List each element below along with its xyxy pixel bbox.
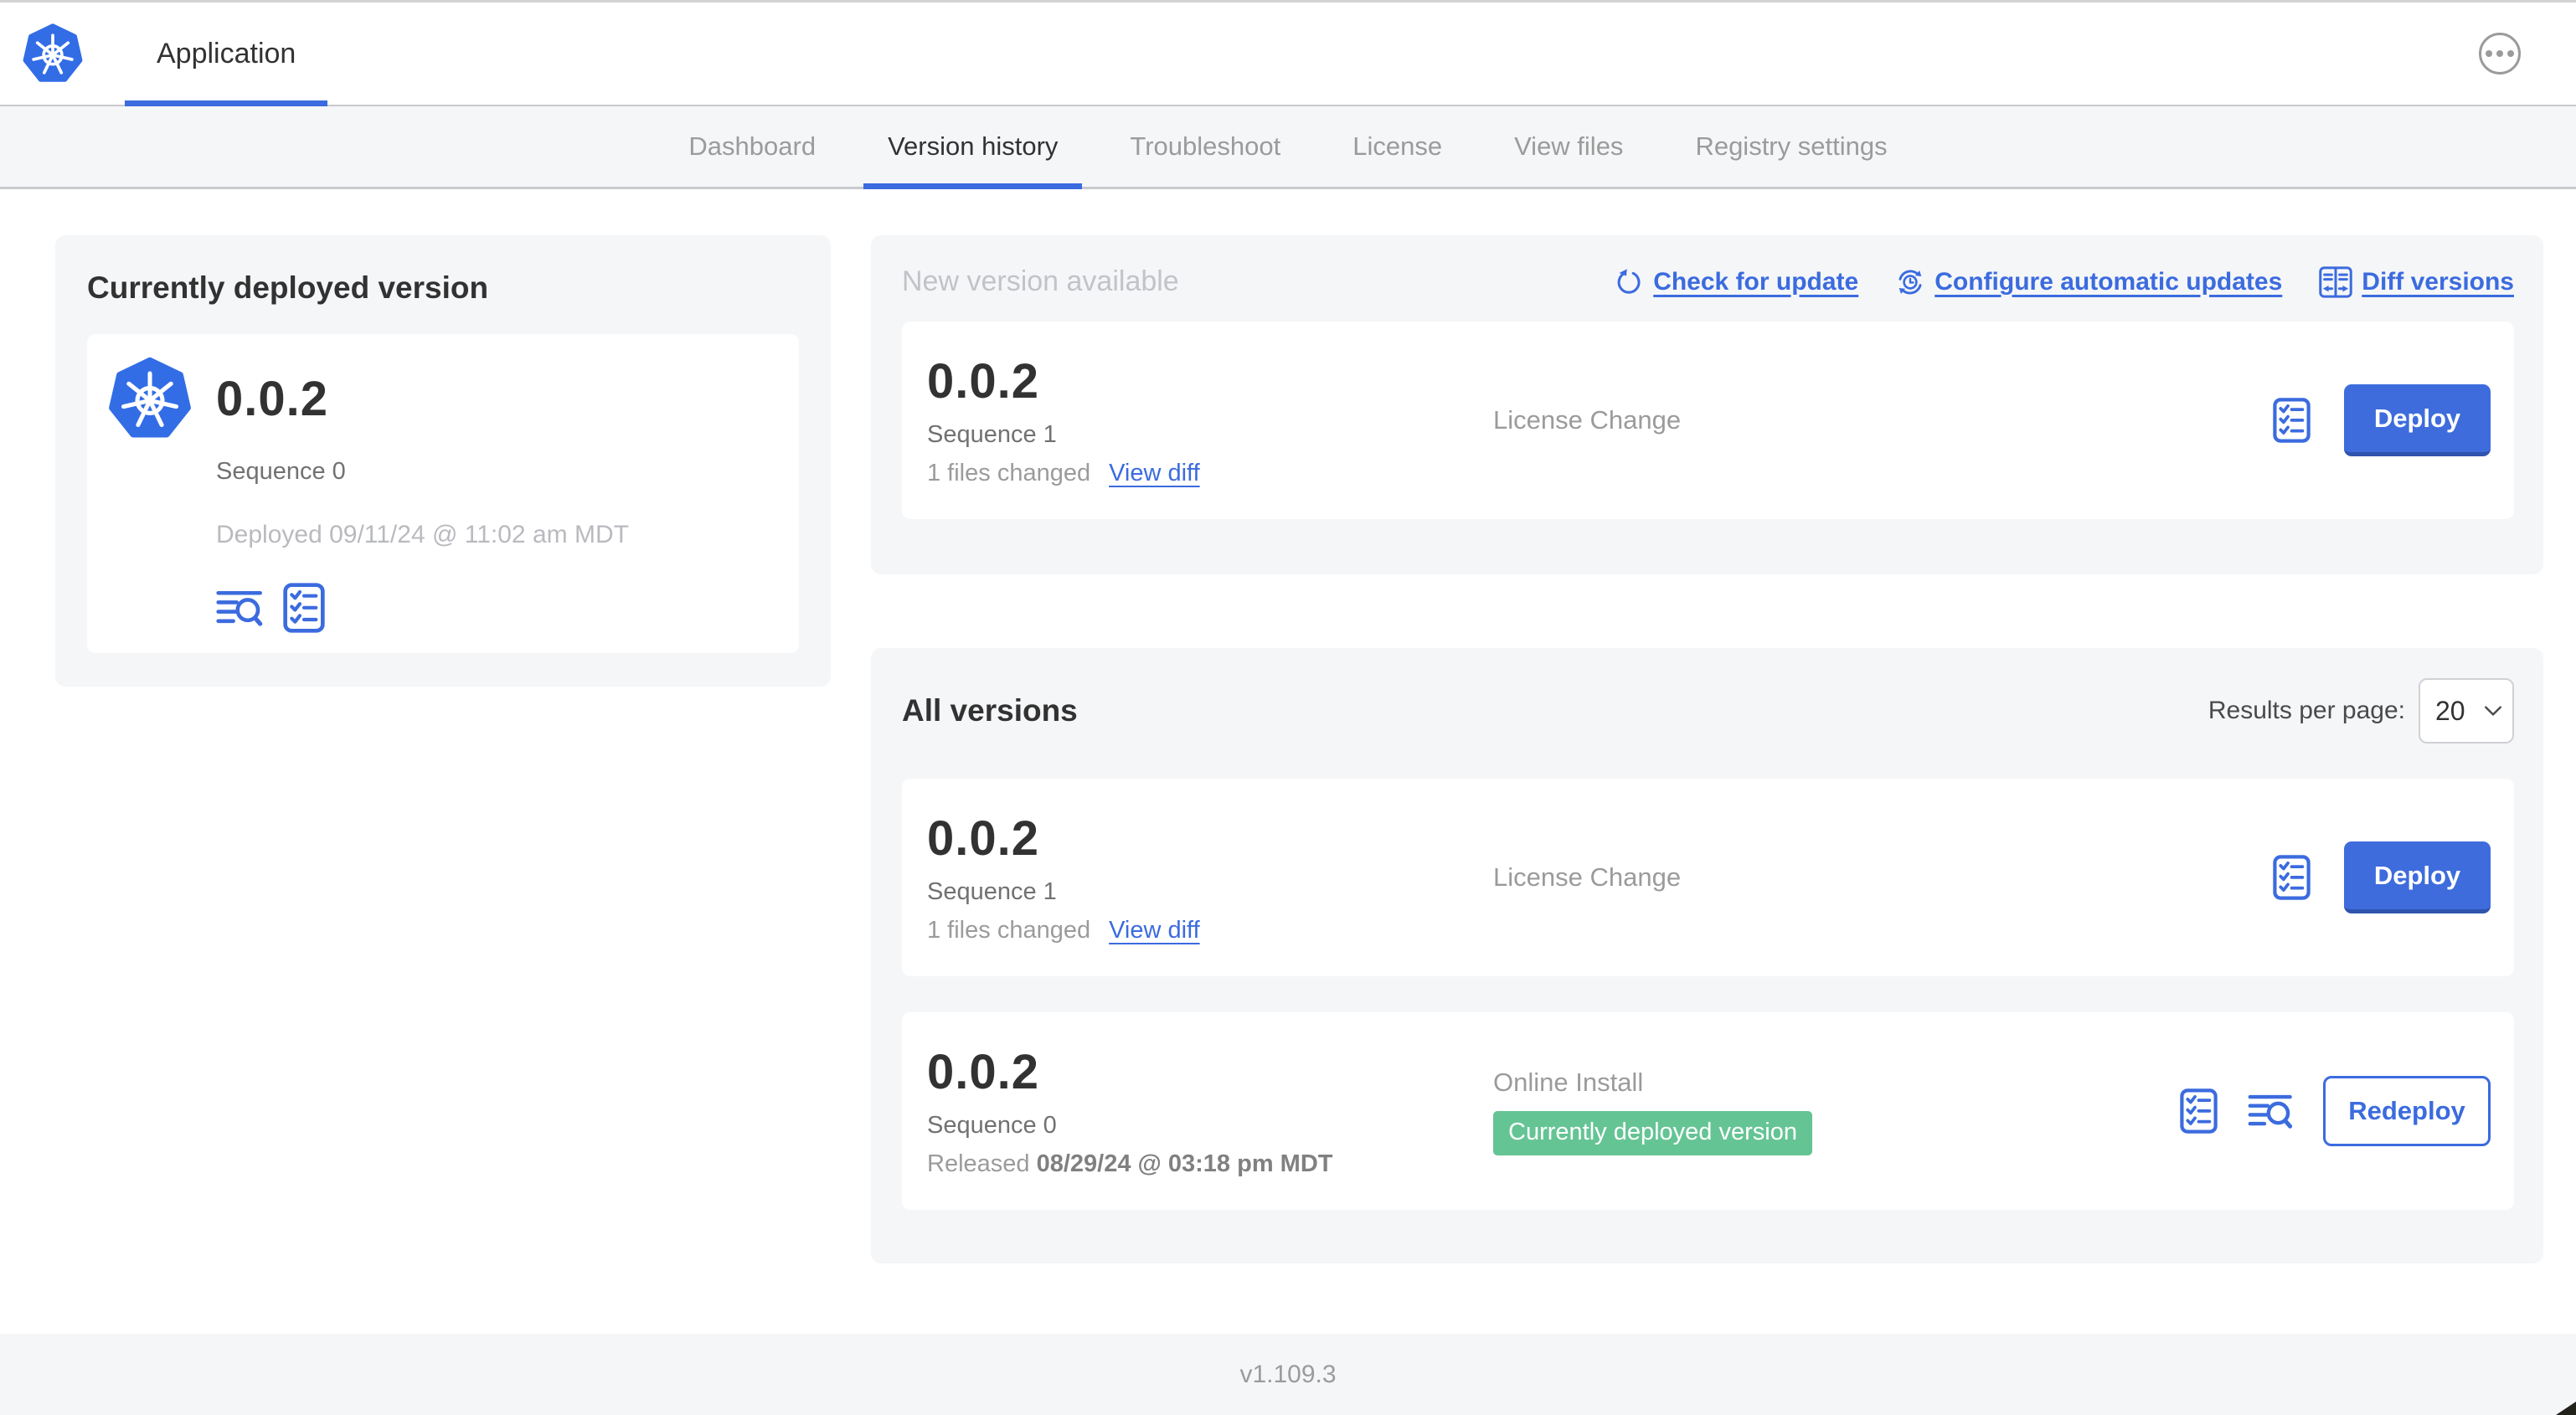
currently-deployed-panel: Currently deployed version 0.0.2 Sequenc… xyxy=(55,235,831,687)
app-tab[interactable]: Application xyxy=(125,3,328,106)
refresh-icon xyxy=(1617,267,1641,294)
app-subnav: Dashboard Version history Troubleshoot L… xyxy=(0,106,2576,189)
new-version-panel: New version available Check for update C… xyxy=(871,235,2543,574)
deploy-logs-icon[interactable] xyxy=(216,589,263,627)
tab-dashboard[interactable]: Dashboard xyxy=(652,106,852,187)
tab-license[interactable]: License xyxy=(1316,106,1478,187)
version-sequence: Sequence 1 xyxy=(927,421,1057,448)
app-footer: v1.109.3 xyxy=(0,1334,2576,1415)
check-for-update-link[interactable]: Check for update xyxy=(1614,267,1858,297)
version-label: 0.0.2 xyxy=(927,354,1039,409)
preflight-checks-icon[interactable] xyxy=(2273,855,2311,900)
tab-troubleshoot[interactable]: Troubleshoot xyxy=(1094,106,1316,187)
active-tab-underline xyxy=(863,183,1083,189)
schedule-update-icon xyxy=(1898,269,1924,295)
redeploy-button[interactable]: Redeploy xyxy=(2323,1076,2491,1146)
active-app-tab-underline xyxy=(125,100,328,106)
currently-deployed-title: Currently deployed version xyxy=(87,270,489,305)
released-timestamp: Released 08/29/24 @ 03:18 pm MDT xyxy=(927,1150,1333,1177)
main-content: Currently deployed version 0.0.2 Sequenc… xyxy=(0,189,2576,1334)
version-sequence: Sequence 0 xyxy=(927,1112,1057,1139)
deployed-timestamp: Deployed 09/11/24 @ 11:02 am MDT xyxy=(216,521,629,548)
tab-registry-settings[interactable]: Registry settings xyxy=(1659,106,1923,187)
new-version-card: 0.0.2 Sequence 1 1 files changed View di… xyxy=(902,322,2514,519)
ellipsis-icon xyxy=(2486,50,2492,57)
results-per-page-label: Results per page: xyxy=(2208,697,2405,724)
version-source: License Change xyxy=(1493,405,1682,435)
view-diff-link[interactable]: View diff xyxy=(1109,460,1200,487)
kubernetes-logo-icon xyxy=(22,23,84,85)
currently-deployed-card: 0.0.2 Sequence 0 Deployed 09/11/24 @ 11:… xyxy=(87,334,799,653)
app-icon xyxy=(107,356,193,441)
diff-versions-link[interactable]: Diff versions xyxy=(2319,265,2514,298)
version-source: Online Install xyxy=(1493,1067,1644,1097)
currently-deployed-badge: Currently deployed version xyxy=(1493,1110,1812,1155)
version-sequence: Sequence 1 xyxy=(927,878,1057,905)
deployed-version-label: 0.0.2 xyxy=(216,371,328,426)
all-versions-panel: All versions Results per page: 20 0.0.2 … xyxy=(871,648,2543,1263)
version-source: License Change xyxy=(1493,862,1682,892)
files-changed-label: 1 files changed xyxy=(927,917,1091,944)
new-version-title: New version available xyxy=(902,265,1179,297)
deployed-sequence: Sequence 0 xyxy=(216,458,346,485)
tab-version-history[interactable]: Version history xyxy=(852,106,1094,189)
version-label: 0.0.2 xyxy=(927,811,1039,866)
configure-automatic-updates-link[interactable]: Configure automatic updates xyxy=(1895,267,2282,297)
console-version-label: v1.109.3 xyxy=(1239,1360,1337,1388)
results-per-page-select[interactable]: 20 xyxy=(2419,678,2514,744)
all-versions-title: All versions xyxy=(902,693,1078,728)
version-label: 0.0.2 xyxy=(927,1045,1039,1099)
app-tab-label: Application xyxy=(157,37,296,69)
deploy-logs-icon[interactable] xyxy=(2248,1093,2293,1129)
version-row: 0.0.2 Sequence 1 1 files changed View di… xyxy=(902,779,2514,976)
version-row: 0.0.2 Sequence 0 Released 08/29/24 @ 03:… xyxy=(902,1012,2514,1210)
preflight-checks-icon[interactable] xyxy=(2273,398,2311,443)
mouse-cursor xyxy=(2556,1402,2576,1415)
deploy-button[interactable]: Deploy xyxy=(2344,841,2491,913)
diff-icon xyxy=(2319,265,2353,298)
preflight-checks-icon[interactable] xyxy=(2180,1088,2218,1134)
tab-view-files[interactable]: View files xyxy=(1478,106,1659,187)
view-diff-link[interactable]: View diff xyxy=(1109,917,1200,944)
deploy-button[interactable]: Deploy xyxy=(2344,384,2491,456)
more-menu-button[interactable] xyxy=(2479,33,2521,75)
preflight-checks-icon[interactable] xyxy=(283,583,325,633)
app-header: Application xyxy=(0,0,2576,106)
files-changed-label: 1 files changed xyxy=(927,460,1091,486)
